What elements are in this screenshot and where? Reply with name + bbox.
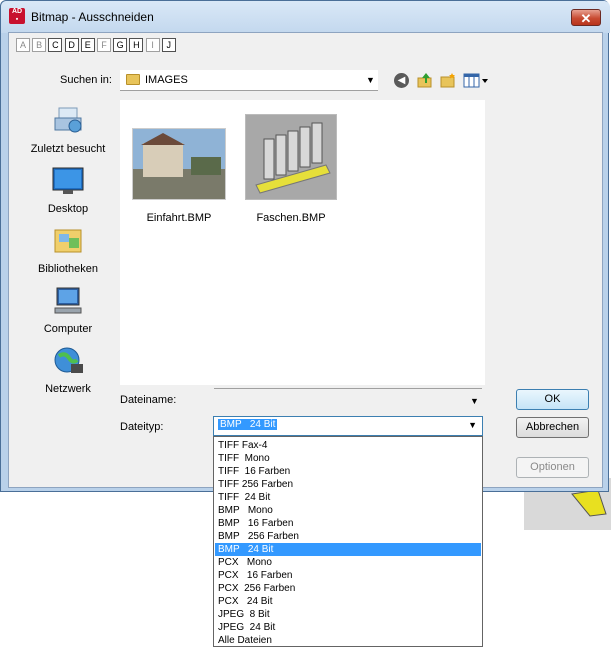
filetype-option[interactable]: PCX Mono [215,556,481,569]
chevron-down-icon[interactable]: ▼ [366,75,375,85]
drive-b-button[interactable]: B [32,38,47,52]
filetype-option[interactable]: TIFF 24 Bit [215,491,481,504]
drive-f-button[interactable]: F [97,38,111,52]
close-button[interactable]: ✕ [571,9,601,26]
filetype-option[interactable]: BMP 256 Farben [215,530,481,543]
filetype-dropdown-list[interactable]: TIFF Fax-4 TIFF Mono TIFF 16 Farben TIFF 25… [213,436,483,647]
filetype-option[interactable]: TIFF Mono [215,452,481,465]
filetype-option[interactable]: JPEG 8 Bit [215,608,481,621]
drive-c-button[interactable]: C [48,38,63,52]
filetype-option[interactable]: PCX 16 Farben [215,569,481,582]
drive-a-button[interactable]: A [16,38,30,52]
file-name: Einfahrt.BMP [146,212,212,224]
filetype-option[interactable]: BMP Mono [215,504,481,517]
up-folder-icon[interactable] [417,72,433,88]
place-computer[interactable]: Computer [18,286,118,335]
file-thumbnail [245,114,337,200]
options-button[interactable]: Optionen [516,457,589,478]
desktop-icon [52,167,84,194]
place-network[interactable]: Netzwerk [18,346,118,395]
filetype-value: BMP 24 Bit [218,419,278,430]
file-item[interactable]: Faschen.BMP [241,114,341,224]
place-recent[interactable]: Zuletzt besucht [18,106,118,155]
filetype-option[interactable]: Alle Dateien [215,634,481,646]
filetype-option[interactable]: BMP 16 Farben [215,517,481,530]
place-desktop[interactable]: Desktop [18,166,118,215]
filetype-option[interactable]: JPEG 24 Bit [215,621,481,634]
filename-input[interactable] [214,388,482,389]
lookin-value: IMAGES [145,74,188,86]
filetype-option[interactable]: TIFF 16 Farben [215,465,481,478]
place-label: Desktop [47,203,89,215]
ok-button[interactable]: OK [516,389,589,410]
window-title: Bitmap - Ausschneiden [31,10,154,24]
folder-icon [126,74,140,85]
place-label: Netzwerk [45,383,91,395]
file-thumbnail [132,128,226,200]
app-icon: AD ▪ [9,8,25,24]
drive-d-button[interactable]: D [64,38,79,52]
drive-j-button[interactable]: J [161,38,176,52]
filetype-select[interactable]: BMP 24 Bit ▼ [213,416,483,436]
filetype-option[interactable]: TIFF Fax-4 [215,439,481,452]
filetype-option[interactable]: BMP 24 Bit [215,543,481,556]
place-label: Computer [43,323,93,335]
network-icon [54,347,83,373]
computer-icon [54,287,82,314]
chevron-down-icon[interactable]: ▼ [470,396,479,406]
drive-e-button[interactable]: E [80,38,95,52]
drive-i-button[interactable]: I [145,38,160,52]
filetype-option[interactable]: TIFF 256 Farben [215,478,481,491]
file-name: Faschen.BMP [256,212,326,224]
chevron-down-icon[interactable]: ▼ [468,420,477,430]
filetype-option[interactable]: PCX 256 Farben [215,582,481,595]
back-icon[interactable]: ◀ [394,73,409,88]
place-label: Zuletzt besucht [30,143,106,155]
views-icon[interactable] [463,73,489,88]
filetype-label: Dateityp: [120,421,164,433]
cancel-button[interactable]: Abbrechen [516,417,589,438]
libraries-icon [54,229,82,253]
file-item[interactable]: Einfahrt.BMP [129,128,229,224]
lookin-label: Suchen in: [60,74,112,86]
place-label: Bibliotheken [38,263,98,275]
recent-icon [54,107,82,133]
drive-h-button[interactable]: H [129,38,144,52]
new-folder-icon[interactable] [440,72,456,88]
place-libraries[interactable]: Bibliotheken [18,226,118,275]
filename-label: Dateiname: [120,394,177,406]
drive-g-button[interactable]: G [113,38,128,52]
filetype-option[interactable]: PCX 24 Bit [215,595,481,608]
